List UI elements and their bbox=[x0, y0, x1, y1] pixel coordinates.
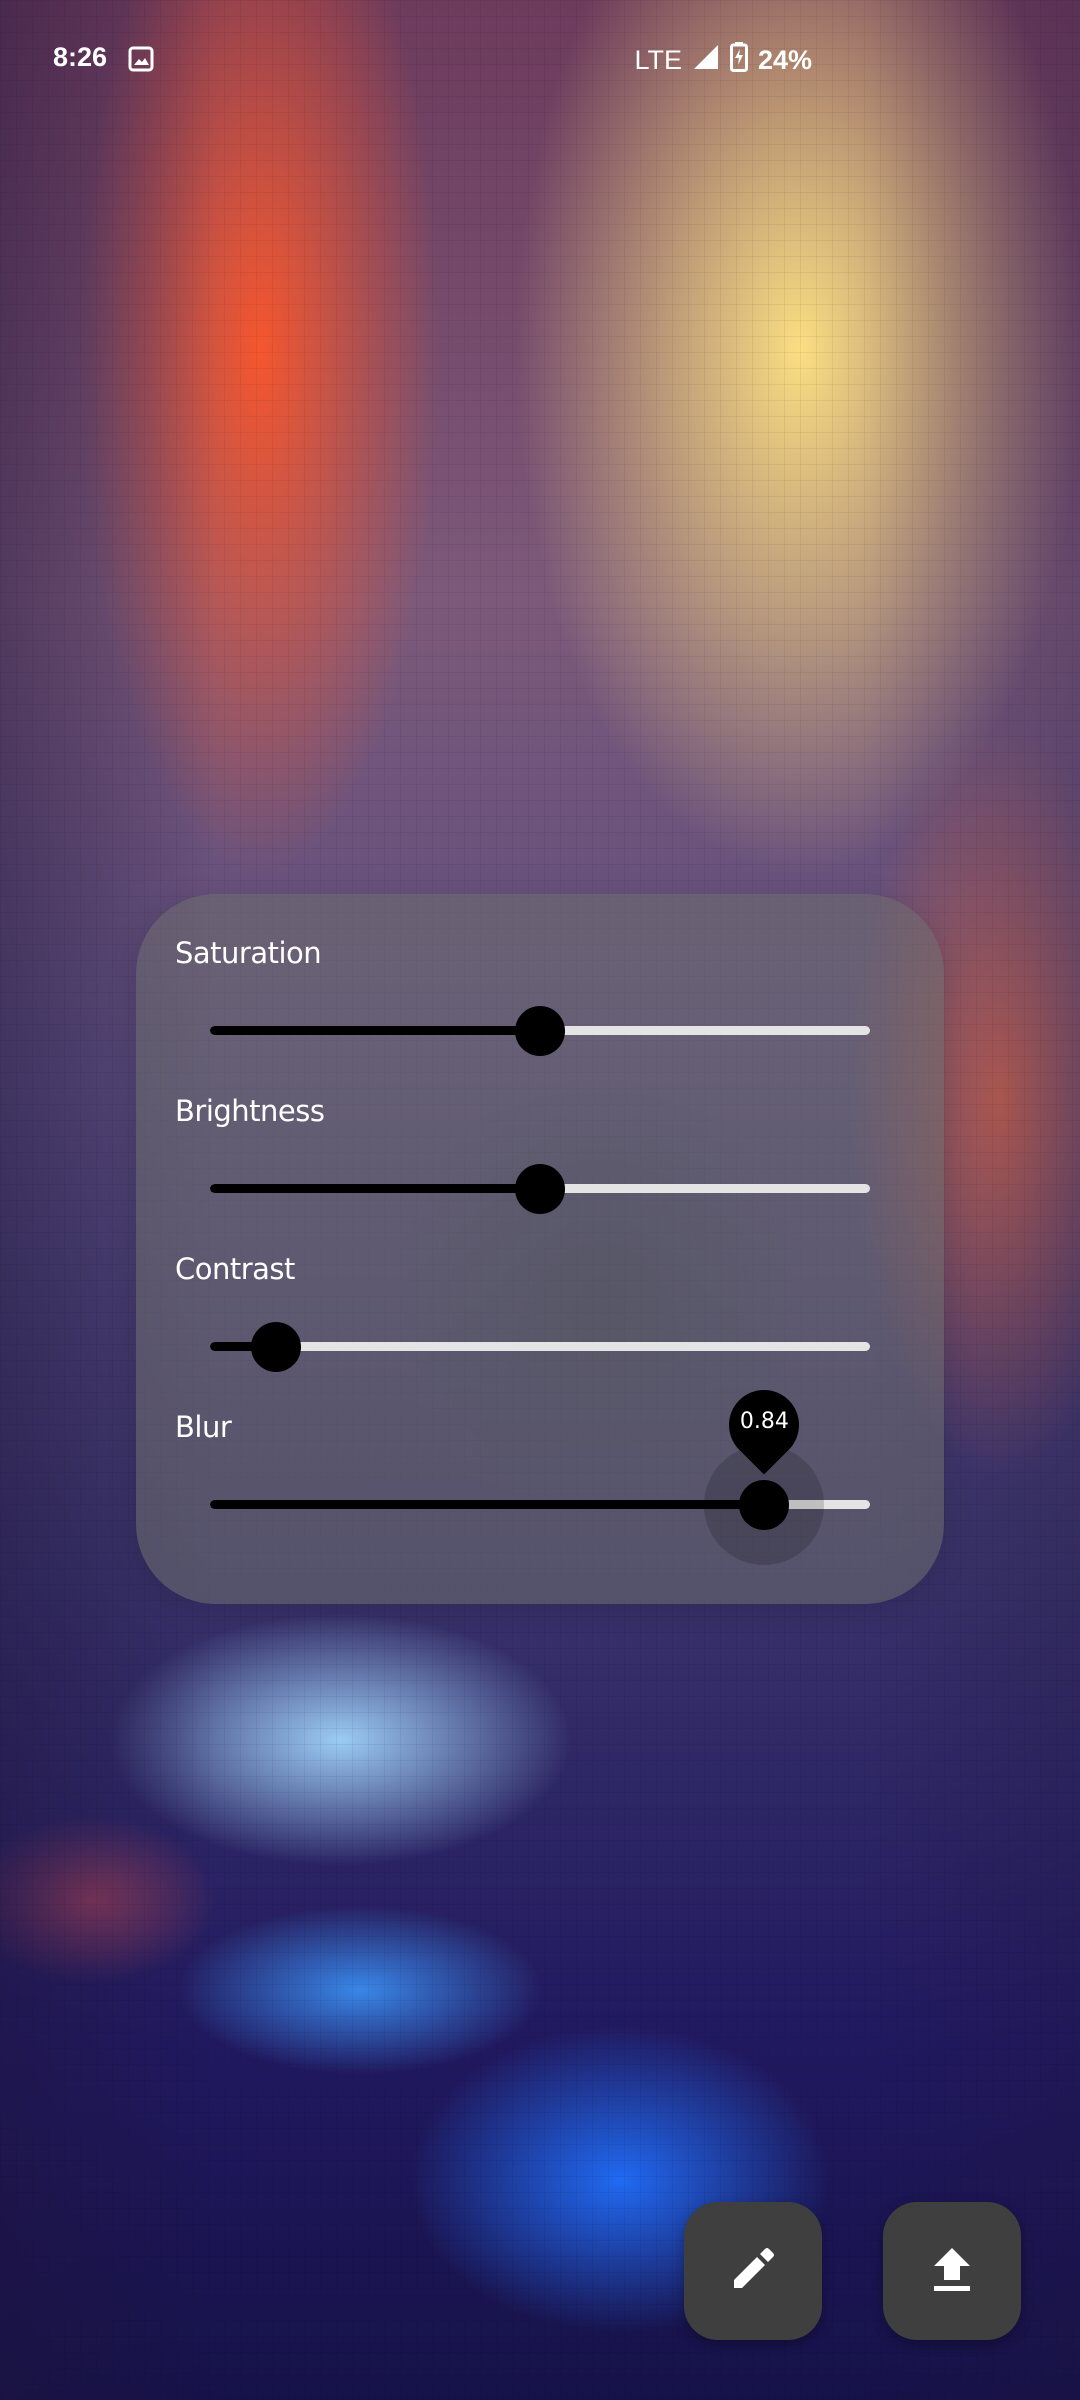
battery-charging-icon bbox=[729, 42, 748, 79]
network-type: LTE bbox=[634, 45, 682, 75]
brightness-label: Brightness bbox=[175, 1094, 325, 1128]
pencil-icon bbox=[728, 2244, 778, 2299]
upload-icon bbox=[930, 2244, 974, 2299]
signal-icon bbox=[692, 43, 720, 78]
saturation-slider-fill bbox=[210, 1026, 540, 1035]
saturation-slider-thumb[interactable] bbox=[515, 1005, 565, 1056]
status-indicators: LTE 24% bbox=[634, 42, 812, 79]
blur-slider[interactable]: 0.84 bbox=[210, 1375, 870, 1565]
upload-button[interactable] bbox=[883, 2202, 1021, 2340]
contrast-slider-thumb[interactable] bbox=[251, 1321, 301, 1372]
adjust-panel: Saturation Brightness Contrast Blur 0.84 bbox=[136, 894, 944, 1604]
blur-label: Blur bbox=[175, 1410, 232, 1444]
saturation-label: Saturation bbox=[175, 936, 322, 970]
blur-slider-fill bbox=[210, 1500, 765, 1509]
battery-percentage: 24% bbox=[757, 45, 812, 75]
blur-slider-thumb[interactable] bbox=[739, 1479, 790, 1530]
status-time: 8:26 bbox=[53, 42, 108, 72]
brightness-slider[interactable] bbox=[210, 1163, 870, 1214]
image-icon bbox=[128, 46, 154, 72]
brightness-slider-fill bbox=[210, 1184, 540, 1193]
edit-button[interactable] bbox=[684, 2202, 822, 2340]
contrast-label: Contrast bbox=[175, 1252, 295, 1286]
brightness-slider-thumb[interactable] bbox=[515, 1163, 565, 1214]
status-bar: 8:26 LTE 24% bbox=[0, 0, 1080, 120]
saturation-slider[interactable] bbox=[210, 1005, 870, 1056]
blur-value-text: 0.84 bbox=[739, 1409, 789, 1434]
contrast-slider[interactable] bbox=[210, 1321, 870, 1372]
screen: 8:26 LTE 24% Saturation Brightness Contr… bbox=[0, 0, 1080, 2400]
